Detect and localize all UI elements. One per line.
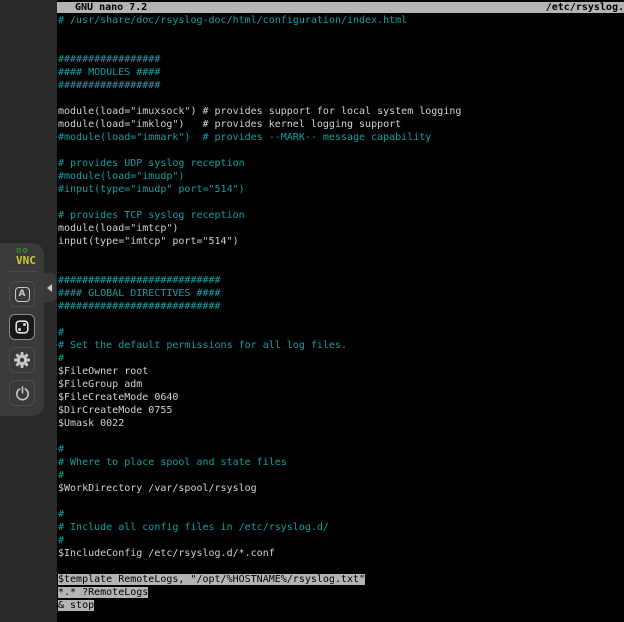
editor-line: *.* ?RemoteLogs bbox=[58, 586, 624, 599]
editor-line: $IncludeConfig /etc/rsyslog.d/*.conf bbox=[58, 547, 624, 560]
editor-line: # provides TCP syslog reception bbox=[58, 209, 624, 222]
editor-line bbox=[58, 40, 624, 53]
settings-button[interactable] bbox=[9, 347, 35, 373]
editor-line bbox=[58, 430, 624, 443]
keyboard-a-icon: A bbox=[15, 287, 30, 302]
novnc-logo-vnc: VNC bbox=[16, 256, 44, 265]
editor-line: # Set the default permissions for all lo… bbox=[58, 339, 624, 352]
editor-line: # provides UDP syslog reception bbox=[58, 157, 624, 170]
editor-line: # bbox=[58, 326, 624, 339]
editor-line bbox=[58, 495, 624, 508]
editor-line: $WorkDirectory /var/spool/rsyslog bbox=[58, 482, 624, 495]
nano-version-label: GNU nano 7.2 bbox=[75, 2, 147, 13]
editor-line: # Include all config files in /etc/rsysl… bbox=[58, 521, 624, 534]
editor-line: # bbox=[58, 352, 624, 365]
editor-line: #### GLOBAL DIRECTIVES #### bbox=[58, 287, 624, 300]
editor-line: # bbox=[58, 443, 624, 456]
editor-line: # bbox=[58, 469, 624, 482]
editor-line: $FileGroup adm bbox=[58, 378, 624, 391]
nano-titlebar: GNU nano 7.2 /etc/rsyslog. bbox=[57, 2, 624, 13]
novnc-logo: no VNC bbox=[0, 243, 44, 268]
editor-line: #module(load="imudp") bbox=[58, 170, 624, 183]
editor-line: module(load="imklog") # provides kernel … bbox=[58, 118, 624, 131]
terminal[interactable]: GNU nano 7.2 /etc/rsyslog. # /usr/share/… bbox=[57, 0, 624, 622]
power-icon bbox=[15, 386, 30, 401]
editor-line bbox=[58, 261, 624, 274]
novnc-control-panel: no VNC A bbox=[0, 243, 44, 416]
editor-line: # /usr/share/doc/rsyslog-doc/html/config… bbox=[58, 14, 624, 27]
panel-separator bbox=[7, 271, 37, 272]
editor-lines[interactable]: # /usr/share/doc/rsyslog-doc/html/config… bbox=[58, 14, 624, 622]
editor-line: input(type="imtcp" port="514") bbox=[58, 235, 624, 248]
editor-line: ########################### bbox=[58, 274, 624, 287]
editor-line: # bbox=[58, 534, 624, 547]
power-button[interactable] bbox=[9, 380, 35, 406]
editor-line bbox=[58, 313, 624, 326]
editor-line bbox=[58, 248, 624, 261]
editor-line: ################# bbox=[58, 79, 624, 92]
editor-line bbox=[58, 144, 624, 157]
keyboard-button[interactable]: A bbox=[9, 281, 35, 307]
editor-line: ########################### bbox=[58, 300, 624, 313]
editor-line: # Where to place spool and state files bbox=[58, 456, 624, 469]
editor-line: module(load="imtcp") bbox=[58, 222, 624, 235]
fullscreen-button[interactable] bbox=[9, 314, 35, 340]
editor-line: #### MODULES #### bbox=[58, 66, 624, 79]
editor-line: #module(load="immark") # provides --MARK… bbox=[58, 131, 624, 144]
editor-line: & stop bbox=[58, 599, 624, 612]
editor-line: $Umask 0022 bbox=[58, 417, 624, 430]
editor-line: $FileCreateMode 0640 bbox=[58, 391, 624, 404]
editor-line: $FileOwner root bbox=[58, 365, 624, 378]
nano-filename-label: /etc/rsyslog. bbox=[546, 2, 624, 13]
editor-line bbox=[58, 560, 624, 573]
panel-collapse-handle[interactable] bbox=[42, 272, 57, 303]
editor-line: $template RemoteLogs, "/opt/%HOSTNAME%/r… bbox=[58, 573, 624, 586]
editor-line: ################# bbox=[58, 53, 624, 66]
editor-line: #input(type="imudp" port="514") bbox=[58, 183, 624, 196]
collapse-arrow-icon bbox=[47, 284, 52, 292]
gear-icon bbox=[14, 352, 30, 368]
fullscreen-icon bbox=[14, 319, 30, 335]
editor-line bbox=[58, 196, 624, 209]
editor-line bbox=[58, 27, 624, 40]
editor-line: module(load="imuxsock") # provides suppo… bbox=[58, 105, 624, 118]
editor-line: # bbox=[58, 508, 624, 521]
editor-line: $DirCreateMode 0755 bbox=[58, 404, 624, 417]
editor-line bbox=[58, 92, 624, 105]
